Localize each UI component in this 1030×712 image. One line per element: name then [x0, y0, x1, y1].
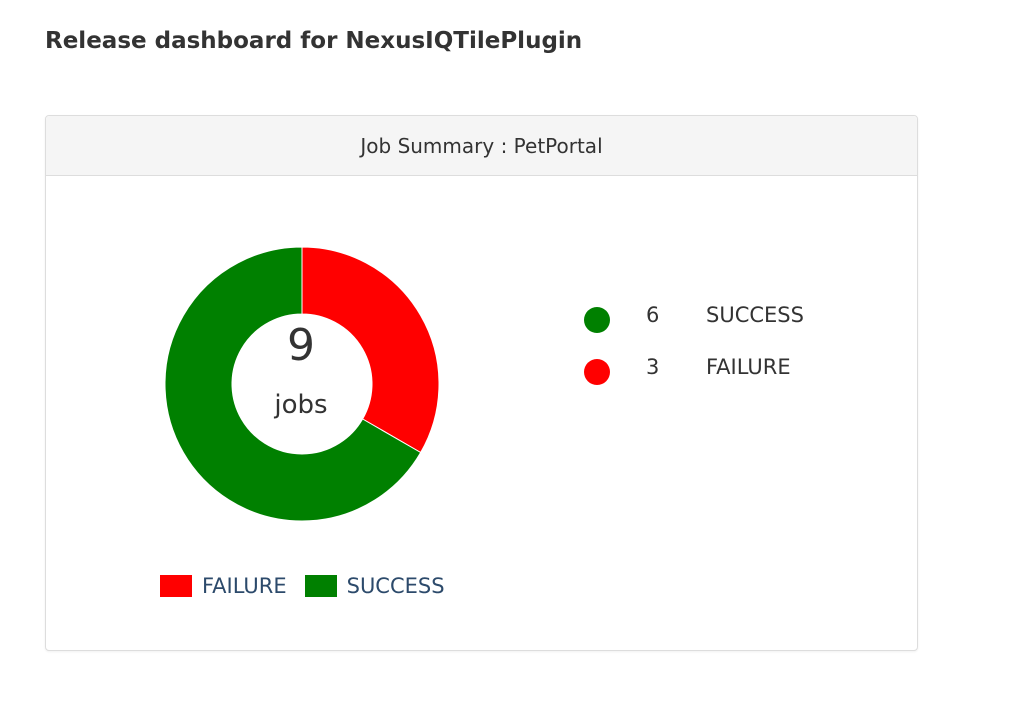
donut-chart	[164, 246, 440, 522]
failure-count: 3	[646, 355, 660, 379]
chart-legend: FAILURE SUCCESS	[160, 574, 463, 598]
legend-label-failure: FAILURE	[202, 574, 287, 598]
failure-dot-icon	[584, 359, 610, 385]
success-dot-icon	[584, 307, 610, 333]
legend-item-failure[interactable]: FAILURE	[160, 574, 287, 598]
legend-label-success: SUCCESS	[346, 574, 445, 598]
page-title: Release dashboard for NexusIQTilePlugin	[45, 28, 583, 54]
total-jobs-count: 9	[287, 320, 315, 371]
panel-header: Job Summary : PetPortal	[46, 116, 917, 176]
failure-label: FAILURE	[706, 355, 791, 379]
job-summary-panel: Job Summary : PetPortal 9 jobs 6 SUCCESS…	[45, 115, 918, 651]
success-count: 6	[646, 303, 660, 327]
success-label: SUCCESS	[706, 303, 804, 327]
total-jobs-unit: jobs	[274, 390, 328, 420]
success-swatch-icon	[304, 575, 337, 597]
failure-swatch-icon	[160, 575, 192, 597]
legend-item-success[interactable]: SUCCESS	[304, 574, 445, 598]
